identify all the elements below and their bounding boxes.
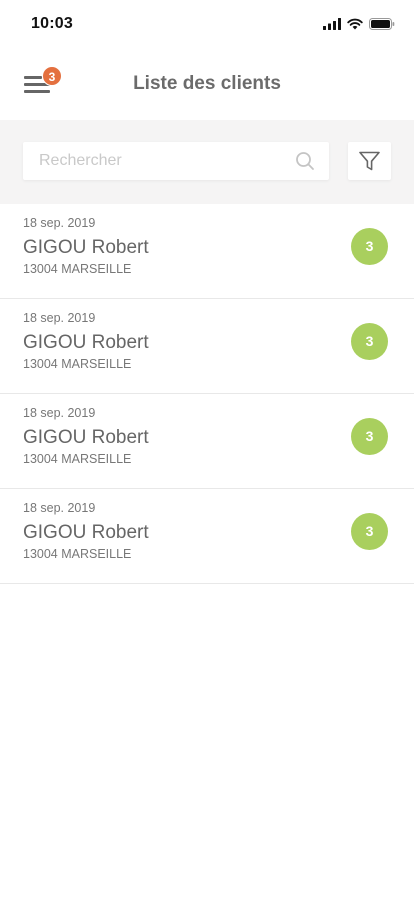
status-icons	[323, 18, 395, 30]
search-input[interactable]	[23, 142, 293, 180]
page-title: Liste des clients	[133, 73, 281, 94]
client-list-item[interactable]: 18 sep. 2019 GIGOU Robert 13004 MARSEILL…	[0, 204, 414, 299]
client-count-badge: 3	[351, 418, 388, 455]
client-date: 18 sep. 2019	[23, 216, 96, 230]
client-name: GIGOU Robert	[23, 332, 149, 353]
client-city: 13004 MARSEILLE	[23, 262, 132, 276]
client-count-badge: 3	[351, 513, 388, 550]
client-list-item[interactable]: 18 sep. 2019 GIGOU Robert 13004 MARSEILL…	[0, 489, 414, 584]
app-header: 3 Liste des clients	[0, 48, 414, 120]
client-list-item[interactable]: 18 sep. 2019 GIGOU Robert 13004 MARSEILL…	[0, 299, 414, 394]
client-date: 18 sep. 2019	[23, 406, 96, 420]
client-count-badge: 3	[351, 323, 388, 360]
search-box	[23, 142, 329, 180]
status-bar: 10:03	[0, 0, 414, 48]
battery-icon	[369, 18, 395, 30]
wifi-icon	[347, 18, 363, 30]
client-name: GIGOU Robert	[23, 427, 149, 448]
client-date: 18 sep. 2019	[23, 311, 96, 325]
client-list: 18 sep. 2019 GIGOU Robert 13004 MARSEILL…	[0, 204, 414, 584]
client-city: 13004 MARSEILLE	[23, 357, 132, 371]
client-list-item[interactable]: 18 sep. 2019 GIGOU Robert 13004 MARSEILL…	[0, 394, 414, 489]
client-name: GIGOU Robert	[23, 237, 149, 258]
client-count-badge: 3	[351, 228, 388, 265]
signal-icon	[323, 18, 341, 30]
client-city: 13004 MARSEILLE	[23, 452, 132, 466]
client-name: GIGOU Robert	[23, 522, 149, 543]
client-city: 13004 MARSEILLE	[23, 547, 132, 561]
filter-icon	[359, 151, 380, 171]
status-time: 10:03	[31, 15, 73, 32]
client-date: 18 sep. 2019	[23, 501, 96, 515]
filter-button[interactable]	[348, 142, 391, 180]
search-icon[interactable]	[295, 151, 315, 171]
search-area	[0, 120, 414, 204]
